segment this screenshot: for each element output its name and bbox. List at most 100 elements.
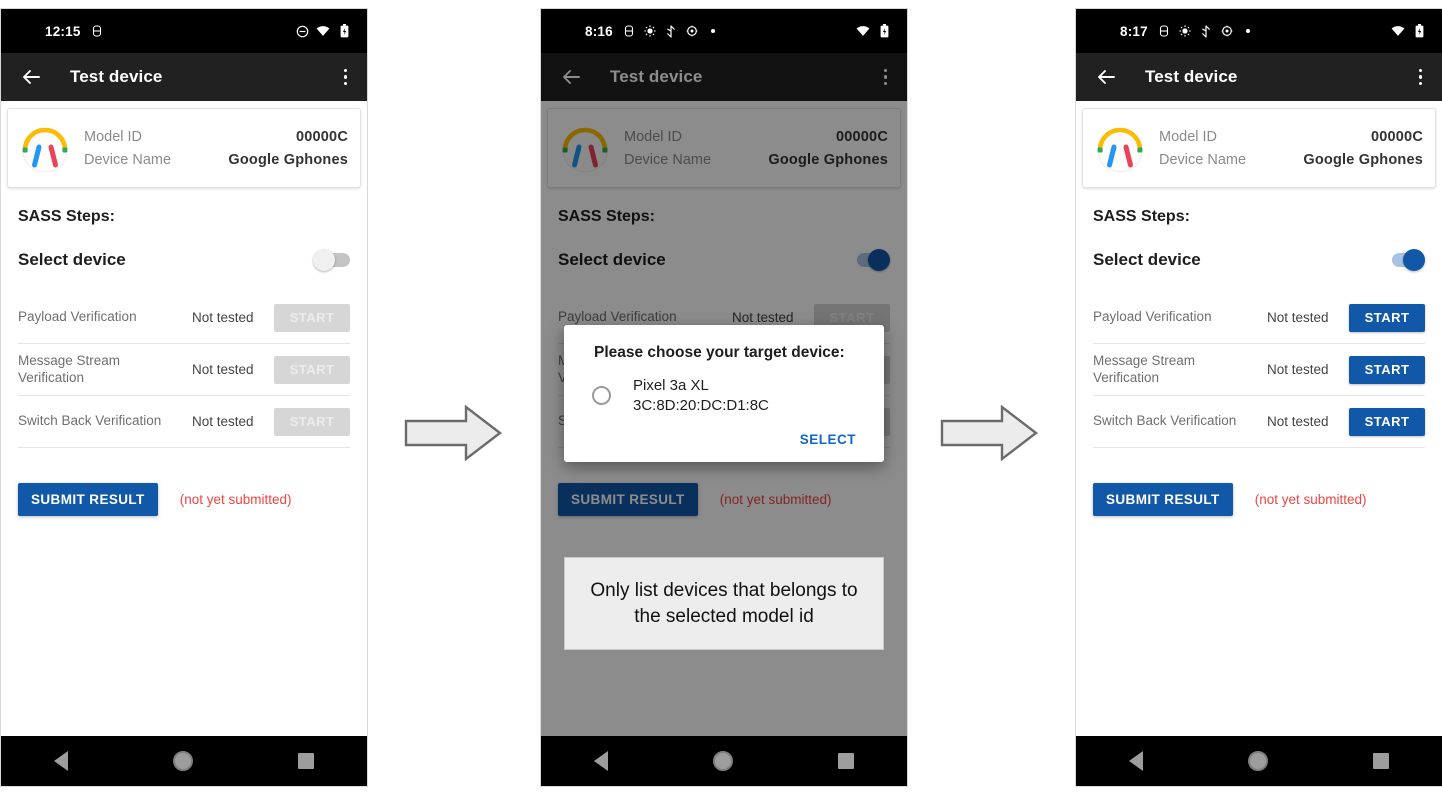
start-button[interactable]: START	[1349, 407, 1425, 436]
app-bar: Test device	[1, 53, 367, 101]
status-bar-right	[1391, 24, 1426, 38]
wifi-icon	[1391, 24, 1405, 38]
phone-panel-dialog: 8:16 Test device Model ID 00000C Device …	[540, 8, 908, 787]
device-info-row: Model ID 00000C	[1157, 125, 1425, 148]
wifi-icon	[316, 24, 330, 38]
status-bar-left: 8:17	[1120, 24, 1255, 39]
nav-recents-icon[interactable]	[838, 753, 855, 769]
toggle-thumb	[313, 249, 335, 271]
dialog-actions: SELECT	[564, 421, 884, 456]
table-row: Switch Back Verification Not tested STAR…	[18, 396, 350, 448]
dot-icon	[706, 24, 720, 38]
back-arrow-icon[interactable]	[19, 65, 43, 89]
dialog-option-text: Pixel 3a XL 3C:8D:20:DC:D1:8C	[633, 376, 769, 415]
select-device-row: Select device	[1093, 249, 1425, 271]
back-arrow-icon[interactable]	[1094, 65, 1118, 89]
select-device-label: Select device	[18, 250, 126, 269]
comparison-canvas: 12:15 Test device Model ID 00000C Device…	[0, 0, 1442, 795]
device-name-value: Google Gphones	[1303, 151, 1423, 168]
flow-arrow-1	[404, 404, 504, 462]
nav-back-icon[interactable]	[53, 751, 68, 771]
page-title: Test device	[70, 67, 163, 86]
device-info-list: Model ID 00000C Device Name Google Gphon…	[1157, 125, 1425, 171]
device-card: Model ID 00000C Device Name Google Gphon…	[1082, 108, 1436, 188]
device-name-label: Device Name	[84, 151, 172, 168]
status-bar-left: 8:16	[585, 24, 720, 39]
settings-gear-icon	[685, 24, 699, 38]
page-title: Test device	[1145, 67, 1238, 86]
test-status: Not tested	[1267, 362, 1329, 377]
nav-home-icon[interactable]	[1247, 751, 1268, 771]
start-button[interactable]: START	[274, 407, 350, 436]
nav-home-icon[interactable]	[172, 751, 193, 771]
dialog-option-mac-address: 3C:8D:20:DC:D1:8C	[633, 396, 769, 414]
select-device-label: Select device	[1093, 250, 1201, 269]
more-vertical-icon[interactable]	[1418, 68, 1422, 86]
test-name: Message Stream Verification	[1093, 352, 1196, 385]
status-bar-clock: 12:15	[45, 23, 81, 39]
status-bar: 8:17	[1076, 9, 1442, 53]
test-name: Switch Back Verification	[1093, 413, 1237, 429]
start-button[interactable]: START	[274, 355, 350, 384]
device-name-value: Google Gphones	[228, 151, 348, 168]
headphones-icon	[1089, 119, 1151, 177]
table-row: Payload Verification Not tested START	[18, 292, 350, 344]
headphones-icon	[14, 119, 76, 177]
dialog-device-option[interactable]: Pixel 3a XL 3C:8D:20:DC:D1:8C	[564, 362, 884, 421]
wifi-icon	[856, 24, 870, 38]
model-id-value: 00000C	[296, 128, 348, 145]
status-bar: 12:15	[1, 9, 367, 53]
do-not-disturb-icon	[295, 24, 309, 38]
status-bar: 8:16	[541, 9, 907, 53]
phone-screen: 12:15 Test device Model ID 00000C Device…	[1, 9, 367, 786]
bluetooth-share-icon	[1199, 24, 1213, 38]
status-bar-right	[295, 24, 351, 38]
test-name: Switch Back Verification	[18, 413, 162, 429]
test-status: Not tested	[192, 362, 254, 377]
android-debug-icon	[1157, 24, 1171, 38]
nav-back-icon[interactable]	[1128, 751, 1143, 771]
phone-panel-initial: 12:15 Test device Model ID 00000C Device…	[0, 8, 368, 787]
main-content: SASS Steps: Select device Payload Verifi…	[1, 208, 367, 516]
submit-result-button[interactable]: SUBMIT RESULT	[18, 483, 158, 516]
select-device-toggle[interactable]	[1388, 249, 1425, 271]
nav-recents-icon[interactable]	[298, 753, 315, 769]
brightness-icon	[643, 24, 657, 38]
bluetooth-share-icon	[664, 24, 678, 38]
app-bar: Test device	[1076, 53, 1442, 101]
start-button[interactable]: START	[274, 303, 350, 332]
test-status: Not tested	[1267, 310, 1329, 325]
submit-result-button[interactable]: SUBMIT RESULT	[1093, 483, 1233, 516]
device-info-row: Device Name Google Gphones	[1157, 148, 1425, 171]
submit-status-note: (not yet submitted)	[1254, 492, 1367, 507]
nav-home-icon[interactable]	[712, 751, 733, 771]
nav-back-icon[interactable]	[593, 751, 608, 771]
settings-gear-icon	[1220, 24, 1234, 38]
test-list: Payload Verification Not tested START Me…	[1093, 292, 1425, 448]
dialog-title: Please choose your target device:	[594, 344, 845, 361]
select-device-row: Select device	[18, 249, 350, 271]
nav-recents-icon[interactable]	[1373, 753, 1390, 769]
section-title: SASS Steps:	[18, 208, 115, 225]
start-button[interactable]: START	[1349, 355, 1425, 384]
test-name: Payload Verification	[18, 309, 137, 325]
start-button[interactable]: START	[1349, 303, 1425, 332]
status-bar-right	[856, 24, 891, 38]
more-vertical-icon[interactable]	[343, 68, 347, 86]
test-list: Payload Verification Not tested START Me…	[18, 292, 350, 448]
status-bar-left: 12:15	[45, 24, 104, 39]
test-status: Not tested	[192, 414, 254, 429]
main-content: SASS Steps: Select device Payload Verifi…	[1076, 208, 1442, 516]
android-debug-icon	[622, 24, 636, 38]
submit-row: SUBMIT RESULT (not yet submitted)	[1093, 483, 1425, 516]
flow-arrow-2	[940, 404, 1040, 462]
device-info-row: Device Name Google Gphones	[82, 148, 350, 171]
dot-icon	[1241, 24, 1255, 38]
phone-screen: 8:16 Test device Model ID 00000C Device …	[541, 9, 907, 786]
dialog-select-button[interactable]: SELECT	[794, 431, 862, 448]
select-device-toggle[interactable]	[313, 249, 350, 271]
test-status: Not tested	[1267, 414, 1329, 429]
toggle-thumb	[1403, 249, 1425, 271]
radio-button-icon[interactable]	[592, 386, 611, 405]
annotation-callout: Only list devices that belongs to the se…	[564, 557, 884, 651]
